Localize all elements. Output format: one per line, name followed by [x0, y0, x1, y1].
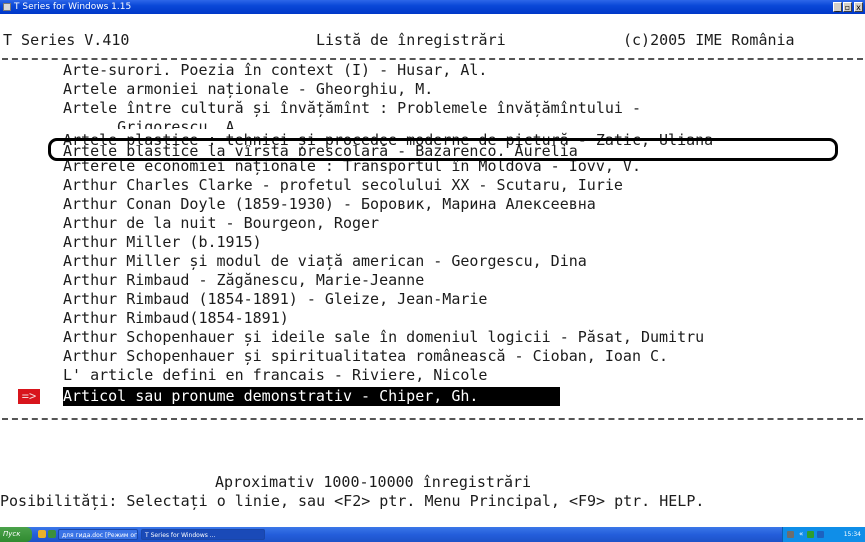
record-row[interactable]: Arthur Conan Doyle (1859-1930) - Боровик…: [63, 194, 596, 214]
record-row[interactable]: L' article defini en francais - Riviere,…: [63, 365, 487, 385]
taskbar: Пуск для гида.doc [Режим ог... T Series …: [0, 527, 865, 542]
footer-divider: [2, 418, 863, 420]
selected-record-text: Articol sau pronume demonstrativ - Chipe…: [63, 387, 479, 405]
record-row[interactable]: Arthur Rimbaud (1854-1891) - Gleize, Jea…: [63, 289, 487, 309]
selected-record-row[interactable]: Articol sau pronume demonstrativ - Chipe…: [63, 387, 560, 406]
copyright-label: (c)2005 IME România: [623, 31, 795, 49]
record-row[interactable]: Artele între cultură și învățămînt : Pro…: [63, 98, 641, 118]
record-row[interactable]: Arthur Rimbaud - Zăgănescu, Marie-Jeanne: [63, 270, 424, 290]
quicklaunch-desktop-icon[interactable]: [48, 530, 56, 538]
record-row[interactable]: Arthur Rimbaud(1854-1891): [63, 308, 289, 328]
screen-title: Listă de înregistrări: [316, 31, 506, 49]
record-row-continuation[interactable]: Grigorescu, A.: [63, 117, 243, 129]
help-line: Posibilități: Selectați o linie, sau <F2…: [0, 492, 705, 510]
app-icon: [3, 3, 11, 11]
window-titlebar[interactable]: T Series for Windows 1.15 _ ▫ x: [0, 0, 865, 14]
close-button[interactable]: x: [854, 2, 863, 12]
record-row[interactable]: Arthur Charles Clarke - profetul secolul…: [63, 175, 623, 195]
record-highlight-frame: [48, 138, 838, 161]
record-row[interactable]: Arthur Schopenhauer și spiritualitatea r…: [63, 346, 668, 366]
taskbar-item-tseries[interactable]: T Series for Windows ...: [141, 529, 265, 540]
cursor-marker: =>: [18, 389, 40, 404]
system-tray: « 15:34: [782, 527, 865, 542]
record-count: Aproximativ 1000-10000 înregistrări: [215, 473, 532, 491]
record-row[interactable]: Artele armoniei naționale - Gheorghiu, M…: [63, 79, 433, 99]
record-row[interactable]: Arthur Miller (b.1915): [63, 232, 262, 252]
speaker-icon[interactable]: [817, 531, 824, 538]
network-icon[interactable]: [787, 531, 794, 538]
quicklaunch-browser-icon[interactable]: [38, 530, 46, 538]
language-indicator[interactable]: «: [799, 530, 803, 538]
record-row[interactable]: Arthur Miller și modul de viață american…: [63, 251, 587, 271]
tray-app-icon[interactable]: [807, 531, 814, 538]
taskbar-item-document[interactable]: для гида.doc [Режим ог...: [58, 529, 138, 540]
start-button[interactable]: Пуск: [0, 527, 32, 542]
console-area: T Series V.410 Listă de înregistrări (c)…: [0, 14, 865, 527]
maximize-button[interactable]: ▫: [843, 2, 852, 12]
record-row[interactable]: Arte-surori. Poezia în context (I) - Hus…: [63, 60, 487, 80]
app-version: T Series V.410: [3, 31, 130, 49]
record-row[interactable]: Arthur de la nuit - Bourgeon, Roger: [63, 213, 379, 233]
record-row[interactable]: Arthur Schopenhauer și ideile sale în do…: [63, 327, 704, 347]
minimize-button[interactable]: _: [833, 2, 842, 12]
clock: 15:34: [843, 531, 861, 538]
window-title: T Series for Windows 1.15: [14, 2, 132, 12]
